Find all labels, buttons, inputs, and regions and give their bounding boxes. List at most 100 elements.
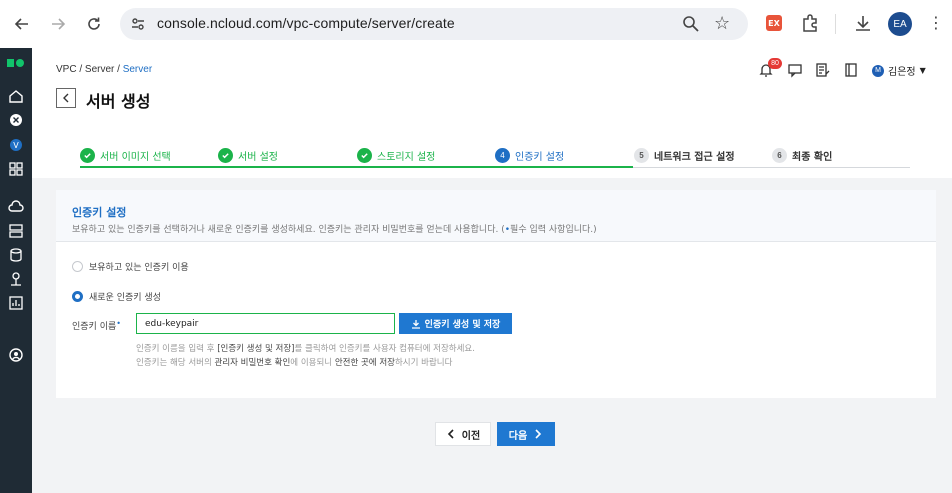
step-image-select: 서버 이미지 선택 xyxy=(80,146,171,164)
chevron-left-icon xyxy=(63,93,69,103)
server-icon[interactable] xyxy=(8,223,24,239)
step-auth-key: 4 인증키 설정 xyxy=(495,146,564,164)
caret-down-icon: ▼ xyxy=(919,66,926,75)
step-number: 4 xyxy=(495,147,510,163)
cloud-icon[interactable] xyxy=(8,199,24,215)
option-existing-key[interactable]: 보유하고 있는 인증키 이용 xyxy=(72,260,189,273)
close-circle-icon[interactable] xyxy=(8,112,24,128)
database-icon[interactable] xyxy=(8,247,24,263)
toolbar-divider xyxy=(835,14,836,34)
step-label: 스토리지 설정 xyxy=(377,151,436,163)
help-emphasis: [인증키 생성 및 저장] xyxy=(217,344,295,354)
network-icon[interactable] xyxy=(8,271,24,287)
panel-description-text: 보유하고 있는 인증키를 선택하거나 새로운 인증키를 생성하세요. 인증키는 … xyxy=(72,225,505,235)
chevron-right-icon xyxy=(535,429,542,439)
auth-key-panel: 인증키 설정 보유하고 있는 인증키를 선택하거나 새로운 인증키를 생성하세요… xyxy=(56,190,936,398)
download-icon[interactable] xyxy=(853,13,873,33)
radio-existing-key[interactable] xyxy=(72,261,83,272)
help-text: 인증키는 해당 서버의 xyxy=(136,358,215,368)
key-name-label-text: 인증키 이름 xyxy=(72,322,117,332)
back-arrow-icon[interactable] xyxy=(10,12,34,36)
step-label: 서버 이미지 선택 xyxy=(100,151,171,163)
previous-button[interactable]: 이전 xyxy=(435,422,491,446)
home-icon[interactable] xyxy=(8,88,24,104)
profile-avatar[interactable]: EA xyxy=(888,12,912,36)
analytics-icon[interactable] xyxy=(8,295,24,311)
help-emphasis: 관리자 비밀번호 확인 xyxy=(214,358,291,368)
check-icon xyxy=(357,147,372,163)
radio-new-key[interactable] xyxy=(72,291,83,302)
breadcrumb-current: Server xyxy=(122,64,153,75)
stepper-progress-line xyxy=(80,166,633,168)
svg-text:V: V xyxy=(13,141,19,150)
help-text: 하시기 바랍니다 xyxy=(394,358,453,368)
key-name-label: 인증키 이름• xyxy=(72,319,121,332)
step-server-settings: 서버 설정 xyxy=(218,146,278,164)
console-sidebar: V xyxy=(0,48,32,493)
breadcrumb-vpc[interactable]: VPC xyxy=(56,64,77,75)
bookmark-star-icon[interactable]: ☆ xyxy=(714,13,730,34)
step-storage-settings: 스토리지 설정 xyxy=(357,146,435,164)
help-text-line-1: 인증키 이름을 입력 후 [인증키 생성 및 저장]를 클릭하여 인증키를 사용… xyxy=(136,342,475,354)
browser-menu-icon[interactable]: ⋮ xyxy=(928,13,944,33)
check-icon xyxy=(80,147,95,163)
support-icon[interactable] xyxy=(8,347,24,363)
extensions-puzzle-icon[interactable] xyxy=(800,13,820,33)
help-text-line-2: 인증키는 해당 서버의 관리자 비밀번호 확인에 이용되니 안전한 곳에 저장하… xyxy=(136,356,452,368)
notification-count-badge: 80 xyxy=(768,58,782,69)
chevron-left-icon xyxy=(447,429,454,439)
book-icon[interactable] xyxy=(843,62,859,78)
breadcrumb-server[interactable]: Server xyxy=(85,64,114,75)
site-settings-icon[interactable] xyxy=(130,16,146,32)
key-name-input[interactable] xyxy=(136,313,395,334)
generate-key-button[interactable]: 인증키 생성 및 저장 xyxy=(399,313,512,334)
user-name: 김은정 xyxy=(888,67,916,78)
step-label: 네트워크 접근 설정 xyxy=(654,151,735,163)
step-label: 서버 설정 xyxy=(238,151,278,163)
generate-key-label: 인증키 생성 및 저장 xyxy=(424,320,501,330)
chat-icon[interactable] xyxy=(787,62,803,78)
option-new-key[interactable]: 새로운 인증키 생성 xyxy=(72,290,161,303)
step-number: 5 xyxy=(634,147,649,163)
panel-header: 인증키 설정 보유하고 있는 인증키를 선택하거나 새로운 인증키를 생성하세요… xyxy=(56,190,936,242)
help-text: 에 이용되니 xyxy=(290,358,335,368)
edit-document-icon[interactable] xyxy=(815,62,831,78)
step-final-confirm: 6 최종 확인 xyxy=(772,146,832,164)
download-icon xyxy=(411,319,420,329)
grid-icon[interactable] xyxy=(8,161,24,177)
help-emphasis: 안전한 곳에 저장 xyxy=(334,358,395,368)
next-button[interactable]: 다음 xyxy=(497,422,555,446)
wizard-stepper: 서버 이미지 선택 서버 설정 스토리지 설정 4 인증키 설정 5 네트워크 … xyxy=(80,146,910,168)
help-text: 인증키 이름을 입력 후 xyxy=(136,344,218,354)
url-text: console.ncloud.com/vpc-compute/server/cr… xyxy=(157,15,455,31)
next-label: 다음 xyxy=(508,430,528,442)
zoom-icon[interactable] xyxy=(682,15,700,33)
stepper-remaining-line xyxy=(633,167,910,168)
page-header: VPC / Server / Server 서버 생성 80 M 김은정 ▼ 서… xyxy=(32,48,952,178)
address-bar[interactable]: console.ncloud.com/vpc-compute/server/cr… xyxy=(120,8,748,40)
step-number: 6 xyxy=(772,147,787,163)
reload-icon[interactable] xyxy=(82,12,106,36)
step-label: 최종 확인 xyxy=(792,151,833,163)
breadcrumb: VPC / Server / Server xyxy=(56,64,152,75)
back-button[interactable] xyxy=(56,88,76,108)
panel-title: 인증키 설정 xyxy=(72,206,127,219)
page-title: 서버 생성 xyxy=(86,92,151,111)
browser-toolbar: console.ncloud.com/vpc-compute/server/cr… xyxy=(0,0,952,48)
required-mark: • xyxy=(116,319,121,328)
user-avatar: M xyxy=(872,64,884,77)
user-menu[interactable]: M 김은정 ▼ xyxy=(872,63,926,78)
step-network-access: 5 네트워크 접근 설정 xyxy=(634,146,735,164)
option-existing-label: 보유하고 있는 인증키 이용 xyxy=(89,263,189,273)
ncloud-logo-icon[interactable] xyxy=(7,59,25,67)
option-new-label: 새로운 인증키 생성 xyxy=(89,293,161,303)
step-label: 인증키 설정 xyxy=(515,151,565,163)
vpc-badge-icon[interactable]: V xyxy=(8,137,24,153)
breadcrumb-sep: / xyxy=(117,64,120,75)
extension-ex-icon[interactable]: EX xyxy=(766,15,782,31)
check-icon xyxy=(218,147,233,163)
panel-description-tail: 필수 입력 사항입니다.) xyxy=(510,225,597,235)
forward-arrow-icon[interactable] xyxy=(46,12,70,36)
panel-description: 보유하고 있는 인증키를 선택하거나 새로운 인증키를 생성하세요. 인증키는 … xyxy=(72,222,597,235)
breadcrumb-sep: / xyxy=(79,64,83,75)
